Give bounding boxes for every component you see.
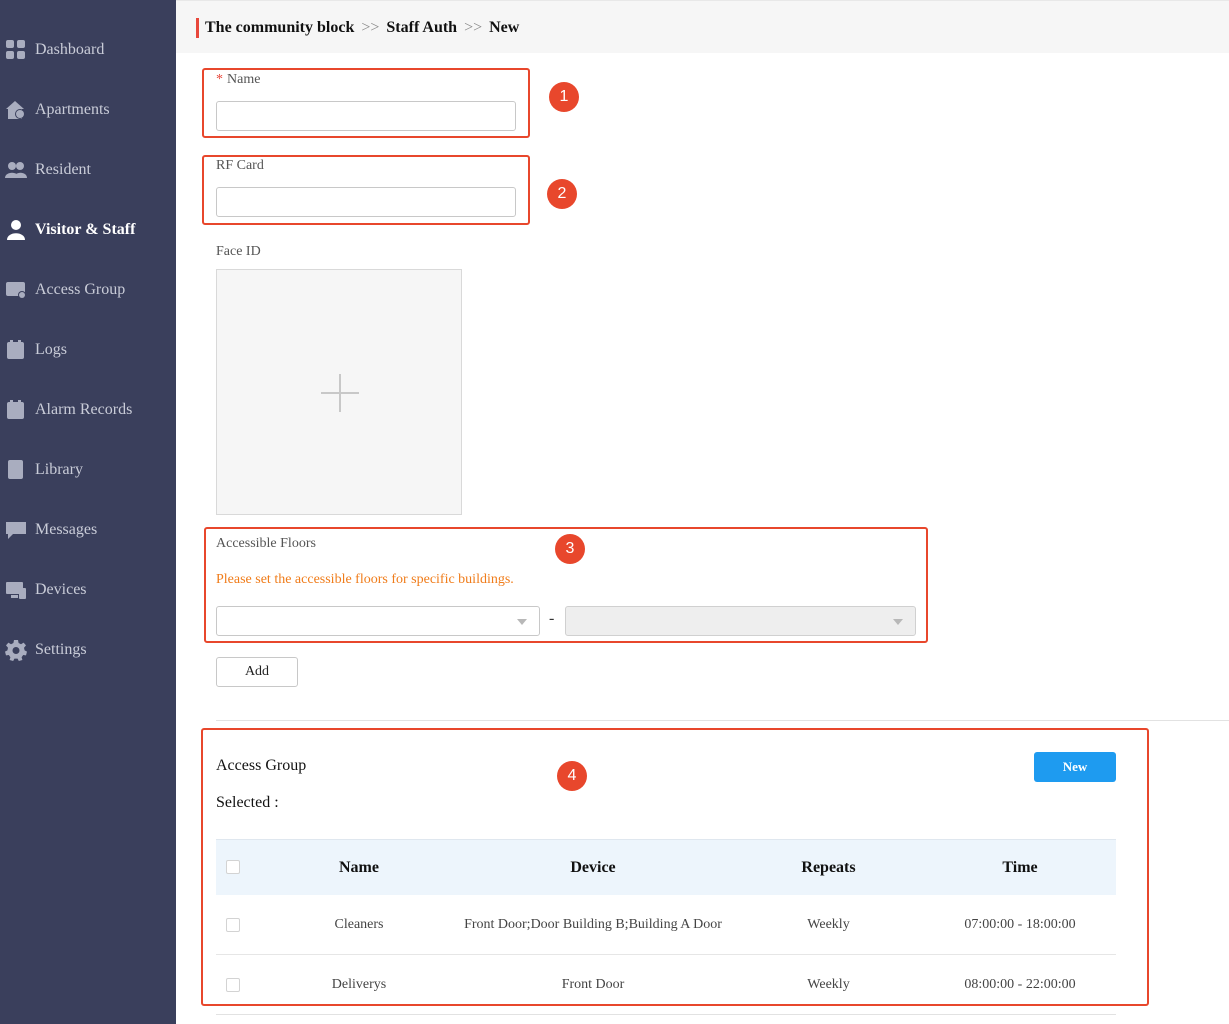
annotation-badge-3: 3 xyxy=(555,534,585,564)
breadcrumb-community[interactable]: The community block xyxy=(205,19,354,36)
access-group-icon xyxy=(5,279,27,301)
breadcrumb-staff-auth[interactable]: Staff Auth xyxy=(386,19,457,36)
sidebar-item-dashboard[interactable]: Dashboard xyxy=(0,30,176,70)
sidebar: Dashboard Apartments Resident Visitor & … xyxy=(0,0,176,1024)
sidebar-item-apartments[interactable]: Apartments xyxy=(0,90,176,130)
annotation-box-name xyxy=(202,68,530,138)
sidebar-item-label: Settings xyxy=(35,641,87,658)
alarm-records-icon xyxy=(5,399,27,421)
sidebar-item-label: Devices xyxy=(35,581,87,598)
breadcrumb-separator: >> xyxy=(464,19,483,36)
apartments-icon xyxy=(5,99,27,121)
devices-icon xyxy=(5,579,27,601)
sidebar-item-label: Messages xyxy=(35,521,98,538)
sidebar-item-label: Visitor & Staff xyxy=(35,221,136,238)
sidebar-item-access-group[interactable]: Access Group xyxy=(0,270,176,310)
sidebar-item-alarm-records[interactable]: Alarm Records xyxy=(0,390,176,430)
sidebar-item-logs[interactable]: Logs xyxy=(0,330,176,370)
library-icon xyxy=(5,459,27,481)
add-button[interactable]: Add xyxy=(216,657,298,687)
annotation-box-rf-card xyxy=(202,155,530,225)
logs-icon xyxy=(5,339,27,361)
annotation-badge-4: 4 xyxy=(557,761,587,791)
breadcrumb-separator: >> xyxy=(361,19,380,36)
sidebar-item-messages[interactable]: Messages xyxy=(0,510,176,550)
sidebar-item-label: Dashboard xyxy=(35,41,105,58)
settings-icon xyxy=(5,639,27,661)
divider xyxy=(216,720,1229,721)
sidebar-item-visitor-staff[interactable]: Visitor & Staff xyxy=(0,210,176,250)
annotation-box-access-group xyxy=(201,728,1149,1006)
sidebar-item-devices[interactable]: Devices xyxy=(0,570,176,610)
sidebar-item-label: Apartments xyxy=(35,101,110,118)
breadcrumb-new: New xyxy=(489,19,520,36)
divider xyxy=(216,1014,1116,1015)
plus-icon xyxy=(339,374,341,412)
face-id-upload[interactable] xyxy=(216,269,462,515)
sidebar-item-label: Library xyxy=(35,461,83,478)
messages-icon xyxy=(5,519,27,541)
face-id-label: Face ID xyxy=(216,244,261,259)
sidebar-item-label: Alarm Records xyxy=(35,401,133,418)
dashboard-icon xyxy=(5,39,27,61)
resident-icon xyxy=(5,159,27,181)
breadcrumb: The community block >> Staff Auth >> New xyxy=(196,18,519,38)
visitor-staff-icon xyxy=(5,219,27,241)
sidebar-item-settings[interactable]: Settings xyxy=(0,630,176,670)
sidebar-item-label: Logs xyxy=(35,341,67,358)
annotation-badge-1: 1 xyxy=(549,82,579,112)
sidebar-item-label: Access Group xyxy=(35,281,126,298)
sidebar-item-label: Resident xyxy=(35,161,91,178)
sidebar-item-resident[interactable]: Resident xyxy=(0,150,176,190)
sidebar-item-library[interactable]: Library xyxy=(0,450,176,490)
annotation-badge-2: 2 xyxy=(547,179,577,209)
